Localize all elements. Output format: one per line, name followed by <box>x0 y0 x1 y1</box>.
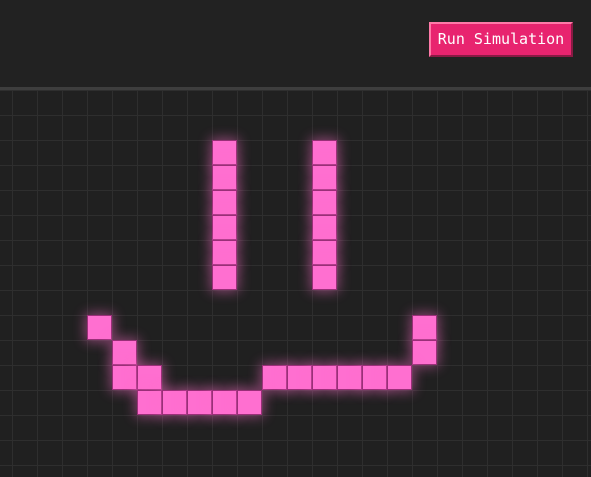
cell-grid[interactable] <box>0 90 591 477</box>
live-cell[interactable] <box>312 165 337 190</box>
live-cell[interactable] <box>362 365 387 390</box>
live-cell[interactable] <box>212 140 237 165</box>
live-cell[interactable] <box>412 340 437 365</box>
live-cell[interactable] <box>262 365 287 390</box>
run-simulation-button[interactable]: Run Simulation <box>429 22 573 57</box>
game-of-life-app: Run Simulation <box>0 0 591 477</box>
live-cell[interactable] <box>162 390 187 415</box>
live-cell[interactable] <box>312 240 337 265</box>
live-cell[interactable] <box>212 215 237 240</box>
live-cell[interactable] <box>212 190 237 215</box>
live-cell[interactable] <box>312 365 337 390</box>
live-cell[interactable] <box>212 390 237 415</box>
live-cell[interactable] <box>187 390 212 415</box>
live-cell[interactable] <box>337 365 362 390</box>
live-cell[interactable] <box>112 340 137 365</box>
toolbar: Run Simulation <box>0 0 591 87</box>
live-cell[interactable] <box>212 165 237 190</box>
live-cell[interactable] <box>312 265 337 290</box>
live-cell[interactable] <box>112 365 137 390</box>
live-cell[interactable] <box>237 390 262 415</box>
live-cell[interactable] <box>287 365 312 390</box>
live-cell[interactable] <box>87 315 112 340</box>
live-cell[interactable] <box>137 365 162 390</box>
live-cell[interactable] <box>387 365 412 390</box>
live-cell[interactable] <box>212 240 237 265</box>
live-cell[interactable] <box>412 315 437 340</box>
live-cell[interactable] <box>212 265 237 290</box>
live-cell[interactable] <box>137 390 162 415</box>
live-cell[interactable] <box>312 215 337 240</box>
live-cell[interactable] <box>312 140 337 165</box>
live-cell[interactable] <box>312 190 337 215</box>
